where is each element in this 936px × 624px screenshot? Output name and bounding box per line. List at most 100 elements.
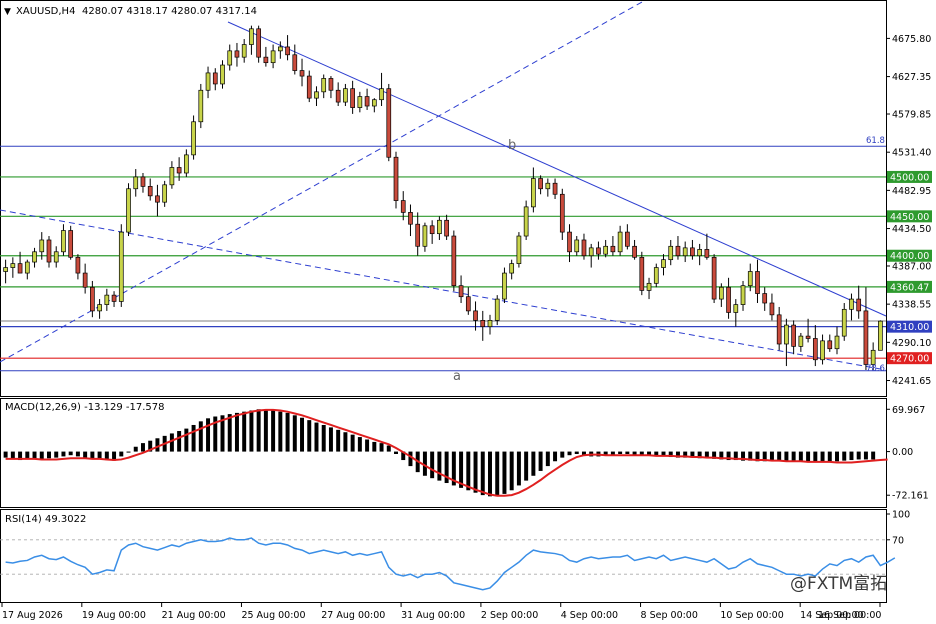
candle-bear[interactable]: [408, 212, 413, 225]
candle-bear[interactable]: [335, 89, 341, 103]
candle-bear[interactable]: [769, 302, 775, 316]
candle-bull[interactable]: [270, 50, 276, 64]
candle-bear[interactable]: [473, 310, 478, 321]
candle-bear[interactable]: [805, 335, 811, 339]
candle-bull[interactable]: [718, 286, 724, 300]
candle-bear[interactable]: [212, 72, 218, 85]
candle-bull[interactable]: [494, 298, 500, 321]
chart-canvas[interactable]: 4500.004450.004400.004360.474310.004270.…: [0, 0, 936, 624]
candle-bear[interactable]: [755, 271, 760, 294]
candle-bull[interactable]: [870, 349, 876, 365]
candle-bear[interactable]: [465, 296, 471, 312]
candle-bull[interactable]: [545, 182, 551, 190]
candle-bull[interactable]: [523, 206, 529, 237]
candle-bear[interactable]: [776, 314, 782, 345]
candle-bull[interactable]: [32, 251, 37, 263]
candle-bull[interactable]: [668, 245, 674, 261]
candle-bear[interactable]: [90, 286, 95, 312]
candle-bear[interactable]: [176, 167, 182, 174]
candle-bear[interactable]: [675, 245, 681, 257]
candle-bull[interactable]: [422, 225, 428, 247]
candle-bear[interactable]: [75, 256, 81, 274]
candle-bear[interactable]: [147, 186, 153, 197]
candle-bear[interactable]: [299, 70, 305, 77]
menu-triangle-icon[interactable]: ▼: [4, 7, 11, 17]
candle-bear[interactable]: [17, 263, 23, 274]
candle-bull[interactable]: [126, 188, 131, 233]
candle-bear[interactable]: [256, 28, 261, 58]
candle-bear[interactable]: [400, 200, 406, 213]
candle-bear[interactable]: [610, 245, 616, 253]
candle-bull[interactable]: [118, 231, 124, 302]
candle-bear[interactable]: [567, 231, 572, 253]
candle-bull[interactable]: [371, 99, 377, 107]
candle-bear[interactable]: [690, 247, 695, 257]
candle-bull[interactable]: [878, 320, 883, 351]
candle-bull[interactable]: [740, 285, 746, 305]
candle-bull[interactable]: [379, 88, 384, 101]
candle-bear[interactable]: [812, 338, 818, 361]
candle-bull[interactable]: [849, 298, 854, 310]
candle-bull[interactable]: [682, 247, 688, 257]
candle-bear[interactable]: [827, 340, 833, 350]
candle-bear[interactable]: [328, 78, 334, 91]
candle-bear[interactable]: [306, 75, 312, 99]
candle-bear[interactable]: [704, 249, 710, 258]
candle-bull[interactable]: [198, 89, 204, 123]
candle-bull[interactable]: [191, 121, 196, 156]
candle-bull[interactable]: [39, 239, 45, 253]
candle-bear[interactable]: [762, 293, 768, 304]
candle-bear[interactable]: [364, 96, 370, 107]
candle-bull[interactable]: [184, 154, 189, 174]
candle-bear[interactable]: [726, 286, 731, 313]
candle-bear[interactable]: [538, 178, 543, 190]
candle-bull[interactable]: [733, 304, 739, 313]
candle-bull[interactable]: [798, 335, 804, 347]
candle-bull[interactable]: [133, 176, 139, 190]
candle-bear[interactable]: [263, 56, 269, 64]
candle-bull[interactable]: [588, 247, 594, 257]
candle-bear[interactable]: [386, 88, 392, 158]
candle-bull[interactable]: [437, 219, 442, 235]
candle-bear[interactable]: [596, 247, 601, 255]
candle-bear[interactable]: [625, 231, 630, 247]
candle-bull[interactable]: [784, 324, 789, 345]
candle-bull[interactable]: [574, 239, 580, 253]
candle-bull[interactable]: [487, 320, 493, 328]
candle-bear[interactable]: [111, 294, 117, 302]
candle-bear[interactable]: [639, 256, 645, 291]
candle-bear[interactable]: [458, 285, 464, 298]
candle-bull[interactable]: [653, 267, 659, 284]
candle-bull[interactable]: [617, 231, 623, 253]
candle-bull[interactable]: [603, 245, 609, 255]
candle-bear[interactable]: [234, 50, 240, 58]
candle-bear[interactable]: [791, 324, 796, 347]
candle-bear[interactable]: [856, 298, 862, 312]
candle-bear[interactable]: [552, 182, 558, 195]
candle-bear[interactable]: [82, 272, 88, 288]
candle-bear[interactable]: [350, 88, 355, 108]
candle-bear[interactable]: [46, 239, 52, 263]
trendline-dashed-lower[interactable]: [0, 209, 887, 371]
candle-bear[interactable]: [863, 310, 869, 365]
candle-bull[interactable]: [834, 335, 840, 350]
candle-bull[interactable]: [241, 44, 247, 58]
candle-bear[interactable]: [480, 320, 486, 328]
trendline-descending[interactable]: [227, 21, 887, 317]
candle-bull[interactable]: [841, 308, 847, 337]
candle-bull[interactable]: [104, 294, 110, 305]
candle-bear[interactable]: [285, 46, 290, 56]
candle-bear[interactable]: [559, 193, 565, 233]
candle-bull[interactable]: [747, 271, 753, 287]
candle-bear[interactable]: [415, 223, 421, 247]
candle-bear[interactable]: [68, 230, 74, 258]
candle-bear[interactable]: [451, 235, 457, 287]
trendline-dashed-rising[interactable]: [0, 1, 643, 363]
candle-bull[interactable]: [277, 46, 283, 52]
candle-bear[interactable]: [292, 54, 298, 71]
candle-bull[interactable]: [357, 96, 363, 108]
candle-bear[interactable]: [140, 176, 146, 187]
candle-bull[interactable]: [24, 261, 30, 274]
candle-bull[interactable]: [343, 88, 348, 103]
candle-bull[interactable]: [646, 282, 652, 291]
